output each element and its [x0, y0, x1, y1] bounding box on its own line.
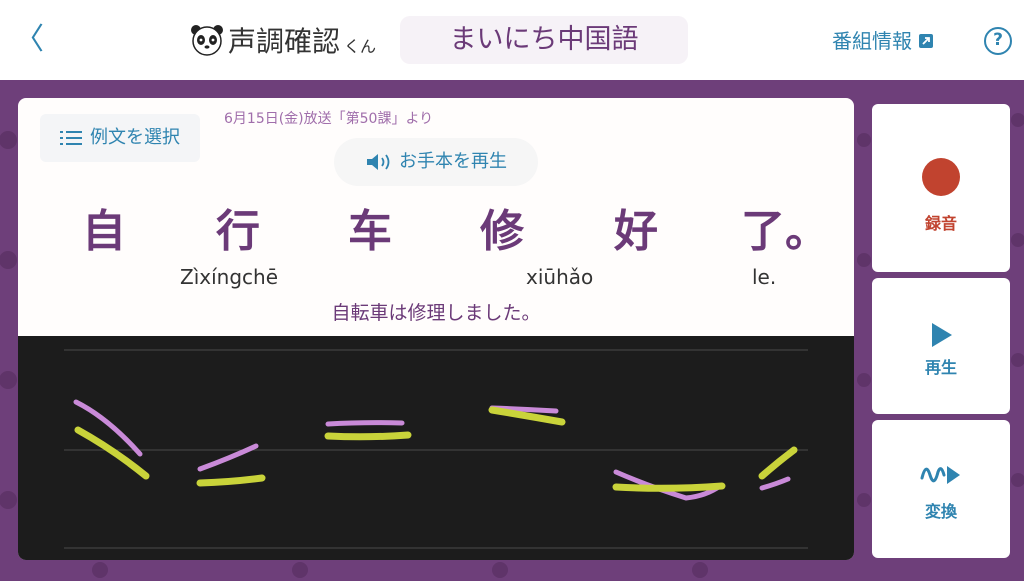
panda-icon — [191, 25, 223, 56]
logo-title: 声調確認 — [228, 25, 341, 58]
hanzi-char: 行 — [216, 206, 260, 257]
program-info-label: 番組情報 — [832, 29, 912, 53]
help-icon[interactable]: ? — [984, 27, 1012, 55]
play-model-label: お手本を再生 — [399, 151, 507, 172]
record-icon — [922, 158, 960, 196]
program-title: まいにち中国語 — [400, 16, 688, 64]
sentence-card: 例文を選択 6月15日(金)放送「第50課」より お手本を再生 自 行 车 修 … — [18, 98, 854, 560]
play-model-button[interactable]: お手本を再生 — [334, 138, 538, 186]
user-tone-curve — [324, 431, 412, 441]
pinyin-text: le. — [752, 265, 777, 289]
user-tone-curve — [612, 482, 726, 492]
convert-button[interactable]: 変換 — [872, 420, 1010, 558]
program-info-link[interactable]: 番組情報 — [832, 26, 934, 56]
logo-suffix: くん — [344, 37, 377, 56]
list-icon — [60, 131, 82, 145]
record-label: 録音 — [924, 214, 957, 233]
play-button[interactable]: 再生 — [872, 278, 1010, 414]
speaker-icon — [367, 154, 390, 170]
pinyin-text: xiūhǎo — [526, 265, 594, 289]
app-logo: 声調確認 くん — [190, 22, 376, 58]
user-tone-curve — [758, 446, 798, 480]
hanzi-char: 好 — [614, 206, 658, 257]
pitch-contour-plot — [18, 336, 854, 560]
play-label: 再生 — [924, 358, 957, 377]
pitch-contour-svg — [64, 349, 808, 549]
select-sentence-label: 例文を選択 — [90, 127, 180, 148]
waveform-convert-icon — [920, 466, 960, 484]
hanzi-char: 了。 — [741, 206, 829, 257]
model-tone-curve — [759, 476, 791, 491]
record-button[interactable]: 録音 — [872, 104, 1010, 272]
hanzi-char: 修 — [480, 206, 524, 257]
hanzi-char: 自 — [82, 206, 126, 257]
play-icon — [932, 323, 952, 347]
pinyin-text: Zìxíngchē — [180, 265, 278, 289]
convert-label: 変換 — [924, 502, 957, 521]
app-header: 〈 声調確認 くん まいにち中国語 番組情報 ? — [0, 0, 1024, 80]
japanese-translation: 自転車は修理しました。 — [331, 302, 541, 324]
model-tone-curve — [197, 443, 259, 472]
back-icon[interactable]: 〈 — [14, 22, 44, 58]
user-tone-curve — [196, 474, 266, 487]
model-tone-curve — [325, 420, 405, 427]
broadcast-info: 6月15日(金)放送「第50課」より — [224, 111, 434, 127]
external-link-icon — [919, 34, 933, 48]
hanzi-char: 车 — [348, 206, 392, 257]
select-sentence-button[interactable]: 例文を選択 — [40, 114, 200, 162]
